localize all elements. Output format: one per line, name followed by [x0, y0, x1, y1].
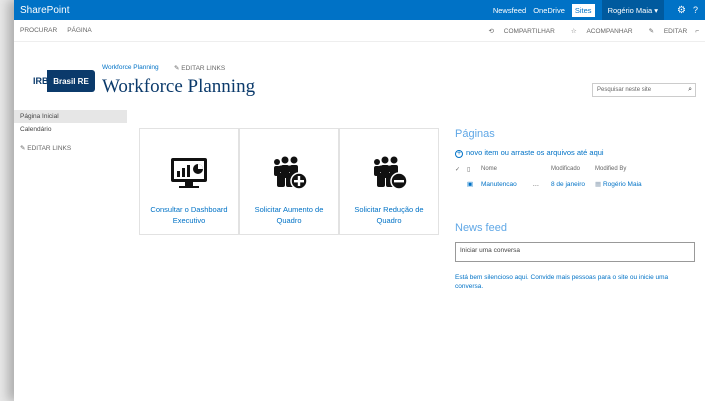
- tile-dashboard[interactable]: Consultar o Dashboard Executivo: [139, 128, 239, 235]
- search-icon[interactable]: ⌕: [688, 86, 692, 94]
- start-conversation-input[interactable]: Iniciar uma conversa: [455, 242, 695, 262]
- logo-right: Brasil RE: [47, 70, 95, 92]
- item-modified-by-text: Rogério Maia: [602, 181, 642, 188]
- suite-bar: SharePoint Newsfeed OneDrive Sites Rogér…: [14, 0, 705, 20]
- pencil-icon: ✎: [174, 65, 180, 72]
- page-file-icon: ▣: [467, 181, 474, 188]
- edit-links-top[interactable]: ✎ EDITAR LINKS: [174, 64, 225, 72]
- search-input[interactable]: Pesquisar neste site ⌕: [592, 83, 696, 97]
- pages-heading[interactable]: Páginas: [455, 128, 695, 140]
- right-column: Páginas + novo item ou arraste os arquivo…: [455, 128, 695, 292]
- follow-button[interactable]: ☆ ACOMPANHAR: [563, 27, 633, 35]
- share-button[interactable]: ⟲ COMPARTILHAR: [481, 27, 555, 35]
- follow-label: ACOMPANHAR: [586, 28, 633, 35]
- ellipsis-icon[interactable]: …: [533, 181, 540, 188]
- page-title[interactable]: Workforce Planning: [102, 76, 255, 98]
- remove-people-icon: [369, 155, 409, 191]
- item-modified: 8 de janeiro: [551, 180, 585, 188]
- search-placeholder: Pesquisar neste site: [597, 87, 652, 93]
- newsfeed-empty-text[interactable]: Está bem silencioso aqui. Convide mais p…: [455, 273, 695, 292]
- logo-left: IRB: [33, 70, 49, 92]
- newsfeed-section: News feed Iniciar uma conversa Está bem …: [455, 222, 695, 292]
- suite-links: Newsfeed OneDrive Sites Rogério Maia ▾ ⚙…: [493, 0, 705, 20]
- nav-item-home[interactable]: Página Inicial: [14, 110, 127, 123]
- tile-add-headcount[interactable]: Solicitar Aumento de Quadro: [239, 128, 339, 235]
- edit-label: EDITAR: [663, 28, 688, 35]
- left-navigation: Página Inicial Calendário ✎ EDITAR LINKS: [14, 110, 127, 152]
- sharepoint-brand[interactable]: SharePoint: [20, 5, 69, 16]
- help-icon[interactable]: ?: [693, 5, 698, 15]
- newsfeed-heading[interactable]: News feed: [455, 222, 695, 234]
- site-header: IRB Brasil RE Workforce Planning ✎ EDITA…: [14, 42, 705, 110]
- site-logo[interactable]: IRB Brasil RE: [33, 70, 95, 92]
- col-name[interactable]: Nome: [481, 166, 551, 173]
- nav-item-calendar[interactable]: Calendário: [14, 123, 127, 136]
- item-modified-by[interactable]: ▦ Rogério Maia: [595, 180, 655, 188]
- list-item[interactable]: ▣ Manutencao … 8 de janeiro ▦ Rogério Ma…: [455, 180, 695, 189]
- presence-icon: ▦: [595, 181, 602, 188]
- breadcrumb[interactable]: Workforce Planning: [102, 64, 159, 71]
- user-name: Rogério Maia ▾: [607, 5, 659, 15]
- nav-edit-links-label: EDITAR LINKS: [27, 145, 72, 152]
- add-people-icon: [269, 155, 309, 191]
- item-name[interactable]: Manutencao …: [481, 181, 551, 188]
- col-modified[interactable]: Modificado: [551, 166, 595, 173]
- focus-icon[interactable]: ⌐: [695, 28, 699, 35]
- conversation-placeholder: Iniciar uma conversa: [460, 247, 520, 254]
- tile-label: Consultar o Dashboard Executivo: [150, 205, 228, 225]
- ribbon: PROCURAR PÁGINA ⟲ COMPARTILHAR ☆ ACOMPAN…: [14, 20, 705, 42]
- pencil-icon: ✎: [20, 145, 26, 152]
- edit-button[interactable]: ✎ EDITAR: [641, 27, 688, 35]
- doc-type-icon[interactable]: ▯: [467, 166, 481, 173]
- col-modified-by[interactable]: Modified By: [595, 166, 655, 173]
- nav-edit-links[interactable]: ✎ EDITAR LINKS: [14, 144, 127, 152]
- item-name-text: Manutencao: [481, 180, 517, 188]
- star-icon: ☆: [570, 28, 577, 35]
- check-icon[interactable]: ✓: [455, 166, 467, 173]
- promoted-links: Consultar o Dashboard Executivo Solicita…: [139, 128, 439, 235]
- user-menu[interactable]: Rogério Maia ▾: [601, 0, 665, 20]
- tab-procurar[interactable]: PROCURAR: [20, 27, 57, 34]
- tile-reduce-headcount[interactable]: Solicitar Redução de Quadro: [339, 128, 439, 235]
- newsfeed-link[interactable]: Newsfeed: [493, 6, 526, 15]
- dashboard-icon: [169, 155, 209, 191]
- sites-link[interactable]: Sites: [571, 3, 595, 17]
- pencil-icon: ✎: [648, 28, 655, 35]
- share-icon: ⟲: [488, 28, 494, 35]
- tab-pagina[interactable]: PÁGINA: [67, 27, 92, 34]
- new-item-link[interactable]: + novo item ou arraste os arquivos até aq…: [455, 148, 695, 158]
- share-label: COMPARTILHAR: [503, 28, 555, 35]
- list-header: ✓ ▯ Nome Modificado Modified By: [455, 166, 695, 173]
- edit-links-label: EDITAR LINKS: [181, 65, 226, 72]
- tile-label: Solicitar Aumento de Quadro: [254, 205, 324, 225]
- ribbon-actions: ⟲ COMPARTILHAR ☆ ACOMPANHAR ✎ EDITAR ⌐: [473, 20, 699, 42]
- tile-label: Solicitar Redução de Quadro: [354, 205, 424, 225]
- gear-icon[interactable]: ⚙: [677, 5, 686, 16]
- plus-icon: +: [455, 150, 463, 158]
- onedrive-link[interactable]: OneDrive: [533, 6, 565, 15]
- sharepoint-window: SharePoint Newsfeed OneDrive Sites Rogér…: [14, 0, 705, 401]
- new-item-label: novo item ou arraste os arquivos até aqu…: [466, 148, 604, 157]
